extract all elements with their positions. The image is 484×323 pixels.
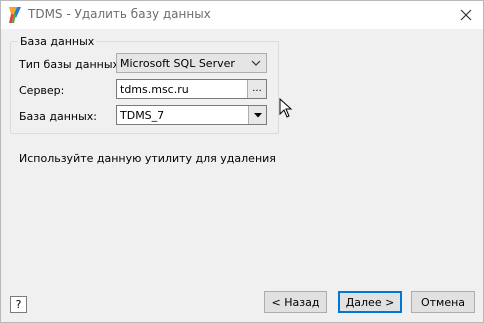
close-icon xyxy=(460,9,472,21)
title-bar: TDMS - Удалить базу данных xyxy=(1,1,483,29)
db-type-value: Microsoft SQL Server xyxy=(120,57,235,70)
database-combobox[interactable]: TDMS_7 xyxy=(116,105,267,125)
cancel-button[interactable]: Отмена xyxy=(411,291,475,313)
database-dropdown-button[interactable] xyxy=(248,106,266,124)
next-button[interactable]: Далее > xyxy=(338,291,402,313)
server-input[interactable]: tdms.msc.ru ... xyxy=(116,79,267,99)
help-button[interactable]: ? xyxy=(10,296,27,313)
dialog-window: TDMS - Удалить базу данных База данных Т… xyxy=(0,0,484,323)
database-value: TDMS_7 xyxy=(120,109,165,122)
chevron-down-icon xyxy=(251,60,261,66)
close-button[interactable] xyxy=(449,1,483,29)
app-logo-icon xyxy=(9,7,21,23)
info-text: Используйте данную утилиту для удаления xyxy=(19,152,276,165)
mouse-pointer-icon xyxy=(279,98,293,118)
database-label: База данных: xyxy=(19,110,98,123)
db-type-label: Тип базы данных: xyxy=(19,58,123,71)
db-type-select[interactable]: Microsoft SQL Server xyxy=(116,53,267,73)
server-label: Сервер: xyxy=(19,84,65,97)
window-title: TDMS - Удалить базу данных xyxy=(28,7,211,21)
server-value: tdms.msc.ru xyxy=(120,83,189,96)
groupbox-title: База данных xyxy=(18,35,97,48)
browse-server-button[interactable]: ... xyxy=(247,80,266,98)
back-button[interactable]: < Назад xyxy=(264,291,327,313)
dropdown-arrow-icon xyxy=(253,112,262,117)
